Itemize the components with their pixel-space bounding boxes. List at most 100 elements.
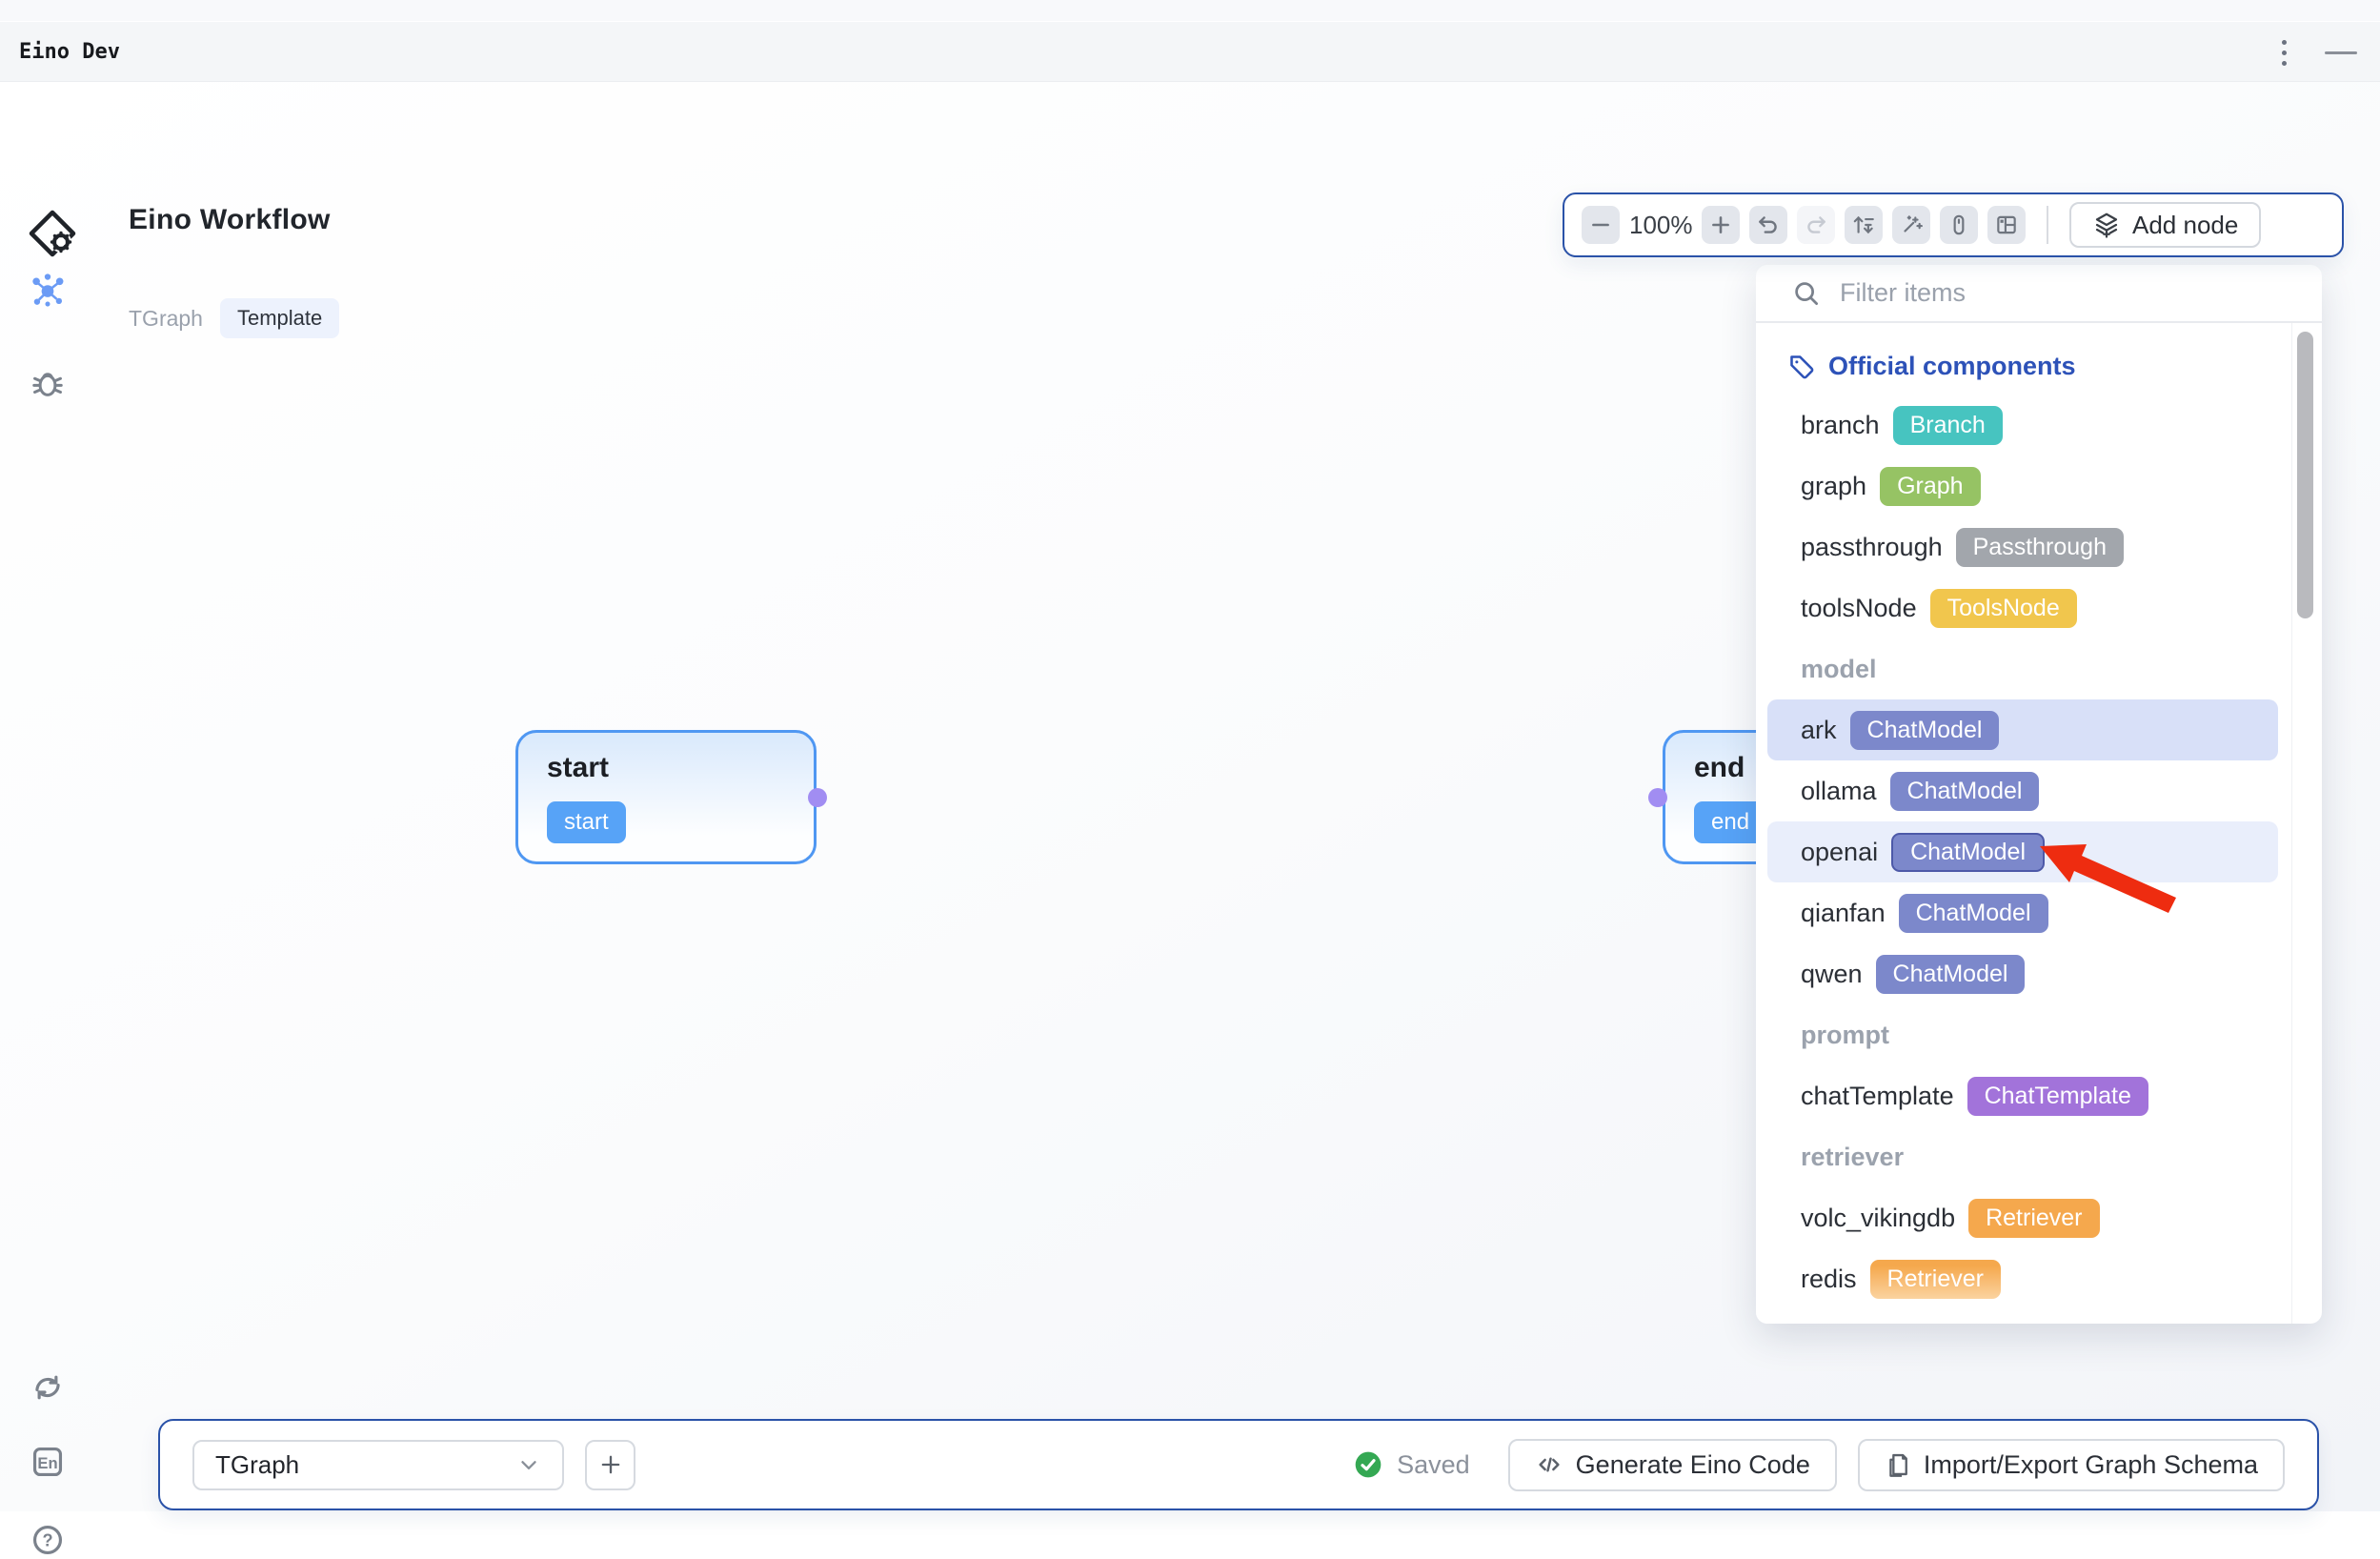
end-node-title: end <box>1694 752 1745 784</box>
component-item-ollama[interactable]: ollama ChatModel <box>1767 760 2278 821</box>
window-title: Eino Dev <box>19 40 120 64</box>
workflow-canvas[interactable]: En ? Eino Workflow TGraph Template 100% <box>0 82 2380 1511</box>
redo-button[interactable] <box>1797 206 1835 244</box>
component-item-passthrough[interactable]: passthrough Passthrough <box>1767 516 2278 577</box>
import-export-label: Import/Export Graph Schema <box>1924 1450 2258 1480</box>
help-icon: ? <box>30 1522 66 1558</box>
panel-scrollbar-thumb[interactable] <box>2297 332 2313 618</box>
zoom-out-button[interactable] <box>1582 206 1620 244</box>
refresh-icon <box>30 1369 66 1406</box>
end-node-input-port[interactable] <box>1648 788 1667 807</box>
chevron-down-icon <box>516 1452 541 1477</box>
start-node[interactable]: start start <box>515 730 817 864</box>
components-list: Official components branch Branch graph … <box>1756 352 2289 1309</box>
undo-icon <box>1756 213 1781 237</box>
magic-wand-icon <box>1899 213 1924 237</box>
add-node-label: Add node <box>2132 211 2238 240</box>
kebab-icon <box>2282 37 2287 69</box>
component-type-badge: Retriever <box>1870 1260 2001 1299</box>
plus-icon <box>1708 213 1733 237</box>
sidebar-button-graph-editor[interactable] <box>29 271 67 309</box>
import-export-button[interactable]: Import/Export Graph Schema <box>1858 1439 2285 1491</box>
component-name: toolsNode <box>1801 594 1917 623</box>
save-status: Saved <box>1353 1449 1470 1480</box>
component-item-branch[interactable]: branch Branch <box>1767 395 2278 456</box>
magic-wand-button[interactable] <box>1892 206 1930 244</box>
graph-select[interactable]: TGraph <box>192 1440 564 1490</box>
component-type-badge: Retriever <box>1968 1199 2099 1238</box>
component-item-ark[interactable]: ark ChatModel <box>1767 699 2278 760</box>
eino-logo-icon <box>27 208 78 259</box>
zoom-in-button[interactable] <box>1702 206 1740 244</box>
generate-code-label: Generate Eino Code <box>1576 1450 1810 1480</box>
component-item-openai[interactable]: openai ChatModel <box>1767 821 2278 882</box>
sidebar-button-help[interactable]: ? <box>29 1521 67 1559</box>
component-type-badge: ChatModel <box>1876 955 2026 994</box>
layout-panels-button[interactable] <box>1987 206 2026 244</box>
svg-text:En: En <box>37 1454 57 1472</box>
official-components-label: Official components <box>1828 352 2076 381</box>
sidebar-button-refresh[interactable] <box>29 1368 67 1407</box>
bottom-action-bar: TGraph Saved Generate Eino Code Import/E… <box>158 1419 2319 1510</box>
add-node-button[interactable]: Add node <box>2069 202 2261 248</box>
graph-network-icon <box>30 272 66 308</box>
code-icon <box>1535 1450 1563 1479</box>
layout-grid-icon <box>1994 213 2019 237</box>
add-graph-button[interactable] <box>585 1440 635 1490</box>
page-title: Eino Workflow <box>129 204 331 236</box>
filter-search-row <box>1756 265 2322 323</box>
clipboard-icon <box>1885 1451 1911 1478</box>
component-item-qwen[interactable]: qwen ChatModel <box>1767 943 2278 1004</box>
app-logo <box>27 208 78 259</box>
group-label-model: model <box>1756 638 2289 699</box>
group-label-retriever: retriever <box>1756 1126 2289 1187</box>
window-titlebar: Eino Dev <box>0 21 2380 82</box>
start-node-title: start <box>547 752 609 784</box>
window-minimize-button[interactable] <box>2325 51 2357 54</box>
graph-name-label: TGraph <box>129 306 203 332</box>
auto-layout-button[interactable] <box>1845 206 1883 244</box>
saved-check-icon <box>1353 1449 1383 1480</box>
window-menu-button[interactable] <box>2282 37 2287 69</box>
component-type-badge: Branch <box>1893 406 2003 445</box>
start-node-output-port[interactable] <box>808 788 827 807</box>
component-type-badge: Graph <box>1880 467 1980 506</box>
component-item-toolsnode[interactable]: toolsNode ToolsNode <box>1767 577 2278 638</box>
template-badge[interactable]: Template <box>220 298 339 338</box>
component-item-chattemplate[interactable]: chatTemplate ChatTemplate <box>1767 1065 2278 1126</box>
layers-plus-icon <box>2092 211 2121 239</box>
zoom-level-value: 100% <box>1629 211 1692 240</box>
saved-label: Saved <box>1397 1450 1470 1480</box>
sidebar-button-debug[interactable] <box>29 364 67 402</box>
component-item-redis[interactable]: redis Retriever <box>1767 1248 2278 1309</box>
component-item-graph[interactable]: graph Graph <box>1767 456 2278 516</box>
component-item-volc-vikingdb[interactable]: volc_vikingdb Retriever <box>1767 1187 2278 1248</box>
component-type-badge: ToolsNode <box>1930 589 2077 628</box>
component-name: qwen <box>1801 960 1863 989</box>
minus-icon <box>1588 213 1613 237</box>
sidebar-button-language[interactable]: En <box>29 1443 67 1481</box>
official-components-header: Official components <box>1788 352 2289 381</box>
auto-layout-icon <box>1851 213 1876 237</box>
start-node-handle-badge: start <box>547 801 626 843</box>
canvas-toolbar: 100% <box>1563 192 2344 257</box>
component-type-badge: ChatModel <box>1891 833 2045 872</box>
component-name: graph <box>1801 472 1866 501</box>
component-name: branch <box>1801 411 1880 440</box>
tag-icon <box>1788 354 1815 380</box>
graph-select-value: TGraph <box>215 1450 299 1480</box>
component-item-qianfan[interactable]: qianfan ChatModel <box>1767 882 2278 943</box>
redo-icon <box>1804 213 1828 237</box>
group-label-prompt: prompt <box>1756 1004 2289 1065</box>
undo-button[interactable] <box>1749 206 1787 244</box>
component-type-badge: ChatModel <box>1899 894 2048 933</box>
component-type-badge: Passthrough <box>1956 528 2124 567</box>
component-type-badge: ChatModel <box>1850 711 2000 750</box>
component-name: passthrough <box>1801 533 1943 562</box>
filter-items-input[interactable] <box>1840 278 2259 308</box>
mouse-icon <box>1946 213 1971 237</box>
generate-code-button[interactable]: Generate Eino Code <box>1508 1439 1837 1491</box>
component-name: redis <box>1801 1265 1857 1294</box>
mouse-mode-button[interactable] <box>1940 206 1978 244</box>
component-name: ark <box>1801 716 1837 745</box>
